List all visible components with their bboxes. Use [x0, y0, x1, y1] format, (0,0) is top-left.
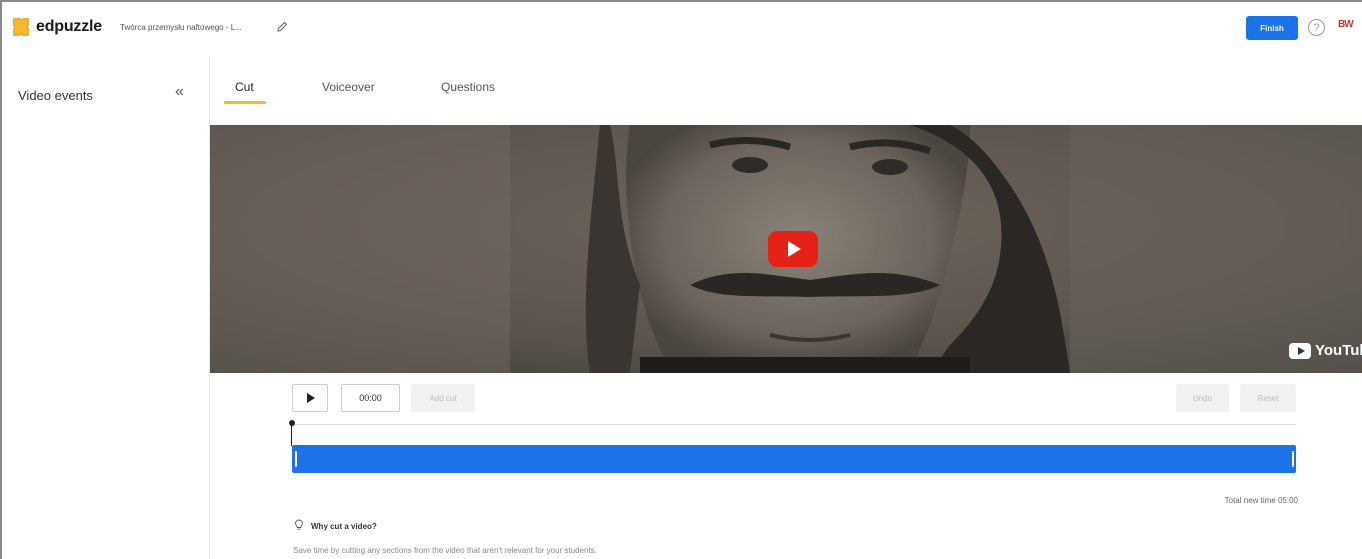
segment-start-handle[interactable] — [295, 451, 297, 467]
segment-end-handle[interactable] — [1292, 451, 1294, 467]
sidebar-title: Video events — [18, 88, 93, 103]
video-events-sidebar: Video events « — [0, 56, 210, 559]
youtube-logo-icon — [1289, 342, 1311, 359]
add-cut-button[interactable]: Add cut — [411, 384, 475, 412]
edit-pencil-icon[interactable] — [276, 21, 288, 33]
play-button[interactable] — [292, 384, 328, 412]
puzzle-logo-icon — [13, 18, 29, 36]
playhead-line — [291, 424, 292, 446]
active-tab-indicator — [224, 101, 266, 104]
tab-voiceover[interactable]: Voiceover — [322, 80, 375, 94]
reset-button[interactable]: Reset — [1240, 384, 1296, 412]
time-input[interactable] — [341, 384, 400, 412]
youtube-play-button[interactable] — [768, 231, 818, 267]
top-bar: edpuzzle Twórca przemysłu naftowego - L.… — [0, 0, 1362, 56]
finish-button[interactable]: Finish — [1246, 16, 1298, 40]
logo-text: edpuzzle — [36, 18, 102, 35]
video-player[interactable]: YouTube — [210, 125, 1362, 373]
timeline-track — [292, 424, 1296, 425]
help-icon[interactable]: ? — [1308, 19, 1325, 36]
tab-cut[interactable]: Cut — [235, 80, 254, 94]
playhead-handle[interactable] — [289, 420, 295, 426]
undo-button[interactable]: Undo — [1176, 384, 1229, 412]
timeline-segment[interactable] — [292, 445, 1296, 473]
editor-tabs: Cut Voiceover Questions — [212, 56, 1362, 125]
video-title: Twórca przemysłu naftowego - L... — [120, 23, 242, 32]
user-avatar[interactable]: BW — [1338, 19, 1356, 35]
tip-title: Why cut a video? — [311, 522, 377, 531]
youtube-watermark-text: YouTube — [1315, 342, 1362, 359]
total-new-time: Total new time 05:00 — [1224, 496, 1298, 505]
collapse-sidebar-icon[interactable]: « — [175, 83, 184, 101]
youtube-watermark: YouTube — [1289, 342, 1362, 359]
tip-text: Save time by cutting any sections from t… — [293, 546, 597, 555]
edpuzzle-logo[interactable]: edpuzzle — [10, 16, 102, 38]
tab-questions[interactable]: Questions — [441, 80, 495, 94]
lightbulb-icon — [295, 519, 303, 530]
